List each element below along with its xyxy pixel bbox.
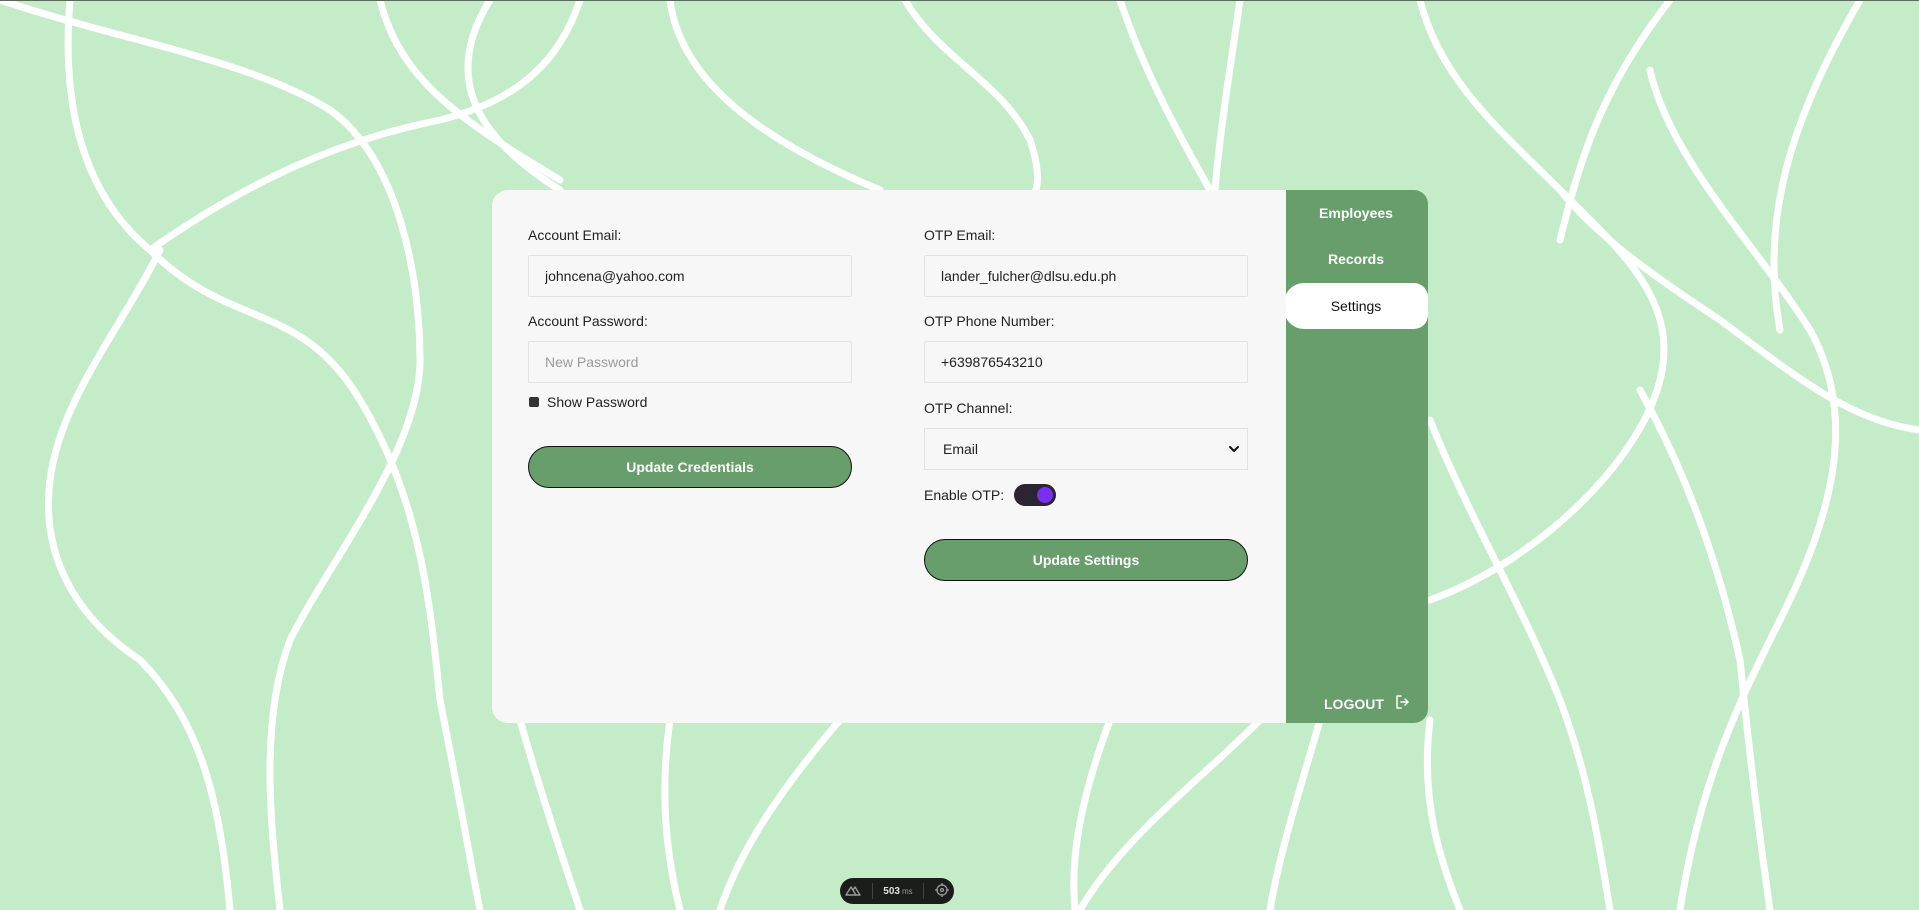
account-password-label: Account Password: bbox=[528, 313, 648, 329]
settings-panel: Employees Records Settings LOGOUT Accoun… bbox=[492, 190, 1428, 723]
otp-channel-select[interactable]: Email bbox=[924, 428, 1248, 470]
top-border bbox=[0, 0, 1919, 1]
card-edge bbox=[1268, 190, 1286, 723]
render-time-unit: ms bbox=[901, 886, 913, 896]
otp-email-input[interactable] bbox=[924, 255, 1248, 297]
otp-email-label: OTP Email: bbox=[924, 227, 996, 243]
crosshair-icon[interactable] bbox=[934, 882, 949, 900]
divider bbox=[923, 883, 925, 899]
update-credentials-button[interactable]: Update Credentials bbox=[528, 446, 852, 488]
otp-channel-label: OTP Channel: bbox=[924, 400, 1013, 416]
sidebar-item-label: Employees bbox=[1319, 205, 1393, 221]
sidebar-item-records[interactable]: Records bbox=[1284, 236, 1428, 282]
sidebar: Employees Records Settings LOGOUT bbox=[1284, 190, 1428, 723]
logout-button[interactable]: LOGOUT bbox=[1324, 694, 1410, 713]
update-settings-button[interactable]: Update Settings bbox=[924, 539, 1248, 581]
nuxt-logo-icon[interactable] bbox=[845, 884, 861, 899]
logout-label: LOGOUT bbox=[1324, 695, 1384, 712]
sidebar-item-settings[interactable]: Settings bbox=[1284, 283, 1428, 329]
chevron-down-icon bbox=[1227, 442, 1241, 459]
otp-phone-input[interactable] bbox=[924, 341, 1248, 383]
render-time: 503 ms bbox=[883, 886, 912, 897]
show-password-label: Show Password bbox=[547, 394, 648, 410]
account-email-input[interactable] bbox=[528, 255, 852, 297]
sidebar-item-label: Records bbox=[1327, 251, 1385, 267]
otp-channel-value: Email bbox=[943, 441, 979, 457]
divider bbox=[871, 883, 873, 899]
logout-icon bbox=[1394, 694, 1410, 713]
dev-toolbar[interactable]: 503 ms bbox=[840, 878, 954, 904]
enable-otp-toggle[interactable] bbox=[1014, 484, 1056, 506]
settings-card: Account Email: Account Password: Show Pa… bbox=[492, 190, 1284, 723]
otp-phone-label: OTP Phone Number: bbox=[924, 313, 1055, 329]
toggle-knob bbox=[1037, 487, 1053, 503]
render-time-value: 503 bbox=[883, 885, 900, 897]
show-password-checkbox[interactable] bbox=[529, 397, 539, 407]
sidebar-item-employees[interactable]: Employees bbox=[1284, 190, 1428, 236]
account-email-label: Account Email: bbox=[528, 227, 622, 243]
account-password-input[interactable] bbox=[528, 341, 852, 383]
enable-otp-label: Enable OTP: bbox=[924, 487, 1005, 503]
sidebar-item-label: Settings bbox=[1330, 298, 1382, 314]
